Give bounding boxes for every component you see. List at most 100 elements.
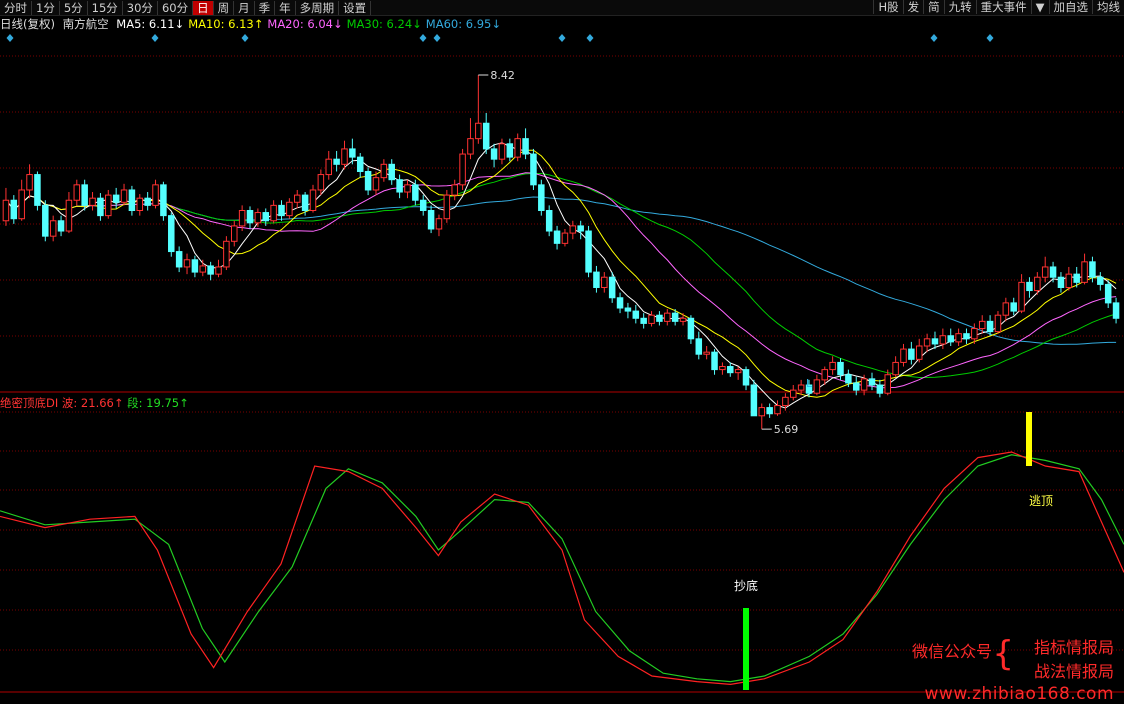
candle-up: [286, 201, 293, 217]
candle-up: [270, 204, 277, 222]
candle-up: [994, 314, 1002, 333]
candle-down: [1073, 273, 1080, 283]
candle-up: [1065, 273, 1073, 288]
candle-down: [852, 382, 860, 391]
candle-down: [1097, 276, 1104, 285]
candle-down: [671, 312, 679, 322]
brand-url: www.zhibiao168.com: [924, 684, 1114, 704]
candle-up: [774, 405, 781, 415]
candle-down: [412, 184, 419, 201]
candle-up: [664, 312, 671, 322]
candle-up: [569, 225, 577, 234]
candle-down: [356, 156, 364, 172]
candle-up: [892, 361, 899, 376]
candle-down: [931, 338, 939, 345]
candle-down: [349, 148, 356, 158]
candle-up: [475, 122, 482, 140]
candle-up: [215, 266, 222, 275]
candle-down: [482, 122, 490, 150]
low-label: 5.69: [774, 423, 799, 436]
marker-L: L: [806, 377, 813, 390]
candle-up: [1081, 261, 1088, 283]
candle-up: [467, 138, 474, 155]
candle-up: [404, 184, 411, 193]
candle-up: [105, 194, 112, 217]
candle-up: [884, 374, 891, 394]
candle-down: [695, 338, 703, 355]
candle-down: [687, 317, 695, 340]
candle-down: [42, 204, 49, 237]
stock-chart[interactable]: 8.42 5.69 L 抄底 逃顶: [0, 0, 1124, 700]
candle-down: [112, 194, 120, 203]
candle-up: [2, 199, 10, 222]
event-diamond-icon: [241, 34, 249, 42]
candle-up: [860, 378, 868, 391]
candle-up: [829, 361, 836, 371]
candle-up: [372, 177, 380, 191]
candle-up: [514, 138, 521, 158]
candle-down: [593, 271, 600, 288]
candle-down: [1026, 281, 1033, 292]
candle-down: [262, 212, 270, 222]
candle-down: [545, 210, 553, 232]
candle-down: [1089, 261, 1096, 278]
candle-up: [309, 189, 317, 211]
candle-up: [254, 212, 262, 224]
candle-down: [522, 138, 529, 155]
candle-up: [971, 328, 978, 340]
candle-up: [238, 210, 246, 227]
candle-up: [719, 366, 726, 371]
candle-down: [624, 307, 632, 312]
candle-up: [1034, 276, 1041, 292]
event-diamond-icon: [930, 34, 938, 42]
brace-icon: {: [992, 634, 1014, 674]
sell-signal-bar: [1026, 412, 1032, 466]
candle-down: [538, 184, 545, 212]
candle-down: [388, 163, 395, 181]
candle-down: [750, 384, 758, 417]
candle-up: [797, 384, 805, 391]
candle-up: [89, 197, 96, 206]
candle-down: [1104, 283, 1112, 304]
candle-down: [427, 210, 435, 230]
candle-up: [223, 240, 230, 268]
candle-up: [18, 189, 25, 220]
candle-down: [632, 310, 640, 319]
candle-up: [790, 389, 797, 398]
candle-up: [782, 396, 789, 407]
candle-up: [73, 184, 81, 201]
candle-up: [813, 379, 821, 394]
candle-down: [608, 276, 616, 299]
candle-down: [837, 361, 844, 376]
candle-up: [1018, 281, 1025, 312]
candle-up: [821, 369, 829, 381]
ma10-line: [5, 149, 1117, 398]
candle-up: [231, 225, 238, 242]
candle-up: [120, 189, 128, 203]
candle-up: [734, 369, 742, 374]
candle-down: [278, 204, 285, 217]
candle-up: [317, 174, 325, 191]
candle-down: [506, 143, 514, 158]
candle-up: [49, 220, 57, 237]
candle-up: [601, 276, 608, 288]
candle-down: [364, 170, 372, 191]
candle-down: [128, 189, 136, 211]
candle-down: [81, 184, 88, 206]
candle-down: [333, 158, 340, 165]
candle-down: [34, 174, 41, 206]
candle-up: [183, 259, 191, 268]
event-diamond-icon: [558, 34, 566, 42]
candle-down: [727, 366, 734, 374]
candle-down: [656, 314, 663, 322]
candle-down: [207, 265, 214, 275]
candle-up: [923, 338, 931, 347]
candle-up: [459, 153, 466, 186]
candle-down: [419, 199, 427, 211]
candle-down: [10, 199, 18, 220]
candle-down: [301, 194, 309, 211]
candle-up: [561, 232, 569, 244]
event-diamond-icon: [586, 34, 594, 42]
candle-down: [1112, 302, 1120, 319]
candle-up: [136, 197, 144, 212]
